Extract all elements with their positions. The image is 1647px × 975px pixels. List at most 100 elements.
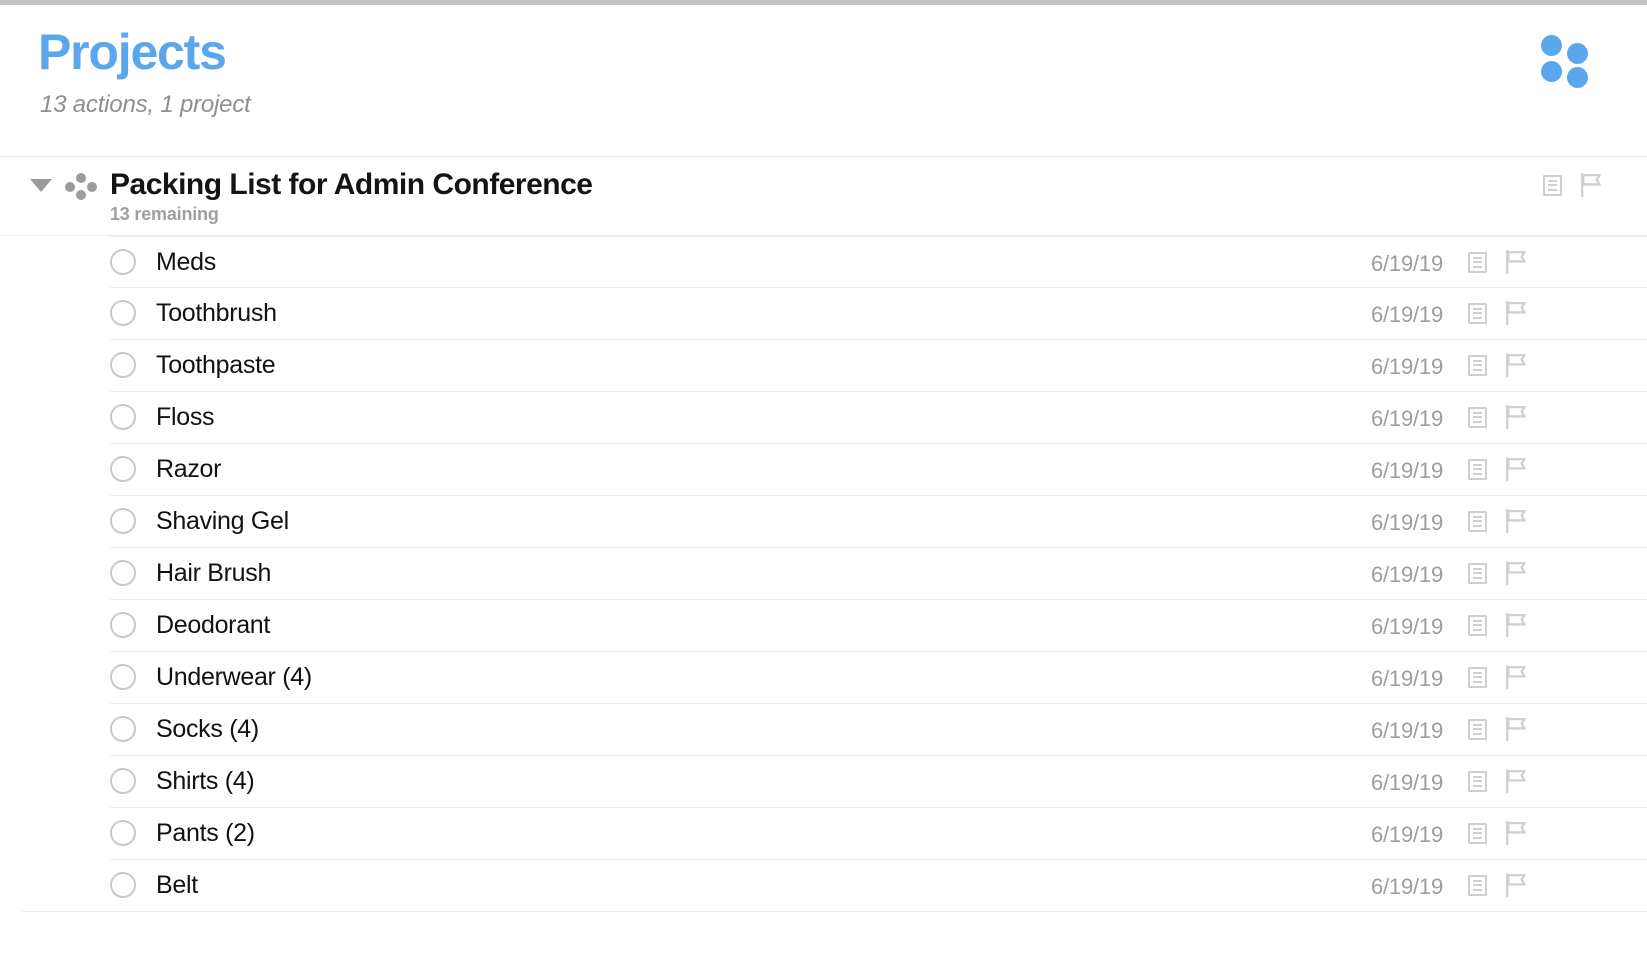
task-row[interactable]: Belt 6/19/19 <box>0 859 1647 911</box>
task-title[interactable]: Belt <box>156 871 198 899</box>
task-checkbox[interactable] <box>110 560 136 586</box>
note-icon[interactable] <box>1468 406 1487 428</box>
note-icon-line-3 <box>1473 316 1482 319</box>
task-row[interactable]: Pants (2) 6/19/19 <box>0 807 1647 859</box>
flag-icon[interactable] <box>1505 561 1527 586</box>
task-due-date: 6/19/19 <box>1370 614 1443 639</box>
note-icon-line-3 <box>1473 628 1482 631</box>
flag-icon[interactable] <box>1505 873 1527 898</box>
task-checkbox[interactable] <box>110 664 136 690</box>
task-row[interactable]: Toothpaste 6/19/19 <box>0 339 1647 391</box>
task-row[interactable]: Toothbrush 6/19/19 <box>0 287 1647 339</box>
flag-icon[interactable] <box>1505 301 1527 326</box>
note-icon[interactable] <box>1468 718 1487 740</box>
outline-list: Packing List for Admin Conference 13 rem… <box>0 157 1647 912</box>
task-title[interactable]: Pants (2) <box>156 819 255 847</box>
task-title[interactable]: Hair Brush <box>156 559 271 587</box>
note-icon[interactable] <box>1468 770 1487 792</box>
project-dots-icon-top <box>76 173 86 183</box>
note-icon[interactable] <box>1468 458 1487 480</box>
task-title[interactable]: Toothbrush <box>156 299 277 327</box>
task-row-icons <box>1468 301 1527 326</box>
task-row-icons <box>1468 665 1527 690</box>
note-icon[interactable] <box>1468 822 1487 844</box>
task-due-date: 6/19/19 <box>1370 406 1443 431</box>
task-checkbox[interactable] <box>110 352 136 378</box>
task-row[interactable]: Socks (4) 6/19/19 <box>0 703 1647 755</box>
task-row[interactable]: Razor 6/19/19 <box>0 443 1647 495</box>
flag-icon[interactable] <box>1505 509 1527 534</box>
note-icon-line-2 <box>1473 832 1482 834</box>
note-icon[interactable] <box>1468 562 1487 584</box>
task-title[interactable]: Toothpaste <box>156 351 276 379</box>
note-icon-line-2 <box>1473 624 1482 626</box>
task-title[interactable]: Meds <box>156 248 216 276</box>
task-row[interactable]: Shirts (4) 6/19/19 <box>0 755 1647 807</box>
four-dots-icon[interactable] <box>1539 31 1595 88</box>
project-row[interactable]: Packing List for Admin Conference 13 rem… <box>0 157 1647 235</box>
task-row[interactable]: Meds 6/19/19 <box>0 235 1647 287</box>
four-dots-icon-dot-3 <box>1541 61 1562 82</box>
task-checkbox[interactable] <box>110 300 136 326</box>
task-row-icons <box>1468 457 1527 482</box>
task-title[interactable]: Shirts (4) <box>156 767 255 795</box>
task-checkbox[interactable] <box>110 716 136 742</box>
flag-icon[interactable] <box>1505 769 1527 794</box>
task-title[interactable]: Shaving Gel <box>156 507 289 535</box>
project-title[interactable]: Packing List for Admin Conference <box>110 167 593 203</box>
triangle-down-icon[interactable] <box>30 179 52 192</box>
flag-icon[interactable] <box>1580 173 1602 198</box>
flag-icon[interactable] <box>1505 717 1527 742</box>
task-due-date: 6/19/19 <box>1370 874 1443 899</box>
flag-icon[interactable] <box>1505 405 1527 430</box>
flag-icon[interactable] <box>1505 665 1527 690</box>
task-title[interactable]: Floss <box>156 403 215 431</box>
note-icon[interactable] <box>1468 666 1487 688</box>
note-icon[interactable] <box>1468 874 1487 896</box>
task-checkbox[interactable] <box>110 508 136 534</box>
task-title[interactable]: Deodorant <box>156 611 270 639</box>
note-icon-line-1 <box>1473 619 1482 622</box>
note-icon-line-1 <box>1473 775 1482 778</box>
project-dots-icon[interactable] <box>64 173 98 200</box>
task-checkbox[interactable] <box>110 612 136 638</box>
task-title[interactable]: Razor <box>156 455 221 483</box>
task-row[interactable]: Deodorant 6/19/19 <box>0 599 1647 651</box>
task-due-date: 6/19/19 <box>1370 822 1443 847</box>
task-row[interactable]: Shaving Gel 6/19/19 <box>0 495 1647 547</box>
task-checkbox[interactable] <box>110 872 136 898</box>
task-checkbox[interactable] <box>110 249 136 275</box>
note-icon[interactable] <box>1543 174 1562 196</box>
task-checkbox[interactable] <box>110 456 136 482</box>
flag-icon[interactable] <box>1505 821 1527 846</box>
task-row-icons <box>1468 405 1527 430</box>
flag-icon[interactable] <box>1505 250 1527 275</box>
task-checkbox[interactable] <box>110 768 136 794</box>
note-icon-line-1 <box>1473 567 1482 570</box>
note-icon[interactable] <box>1468 251 1487 273</box>
note-icon-line-3 <box>1473 524 1482 527</box>
task-checkbox[interactable] <box>110 404 136 430</box>
flag-icon[interactable] <box>1505 353 1527 378</box>
note-icon[interactable] <box>1468 510 1487 532</box>
task-row[interactable]: Floss 6/19/19 <box>0 391 1647 443</box>
flag-icon[interactable] <box>1505 457 1527 482</box>
note-icon-line-2 <box>1473 728 1482 730</box>
note-icon-line-1 <box>1473 515 1482 518</box>
note-icon-line-3 <box>1473 888 1482 891</box>
note-icon-line-2 <box>1473 884 1482 886</box>
project-row-icons <box>1543 173 1602 198</box>
task-row[interactable]: Hair Brush 6/19/19 <box>0 547 1647 599</box>
task-row[interactable]: Underwear (4) 6/19/19 <box>0 651 1647 703</box>
note-icon-line-1 <box>1473 827 1482 830</box>
note-icon[interactable] <box>1468 302 1487 324</box>
note-icon-line-3 <box>1473 576 1482 579</box>
task-row-icons <box>1468 561 1527 586</box>
task-title[interactable]: Underwear (4) <box>156 663 312 691</box>
note-icon[interactable] <box>1468 614 1487 636</box>
task-title[interactable]: Socks (4) <box>156 715 259 743</box>
note-icon[interactable] <box>1468 354 1487 376</box>
task-due-date: 6/19/19 <box>1370 562 1443 587</box>
task-checkbox[interactable] <box>110 820 136 846</box>
flag-icon[interactable] <box>1505 613 1527 638</box>
